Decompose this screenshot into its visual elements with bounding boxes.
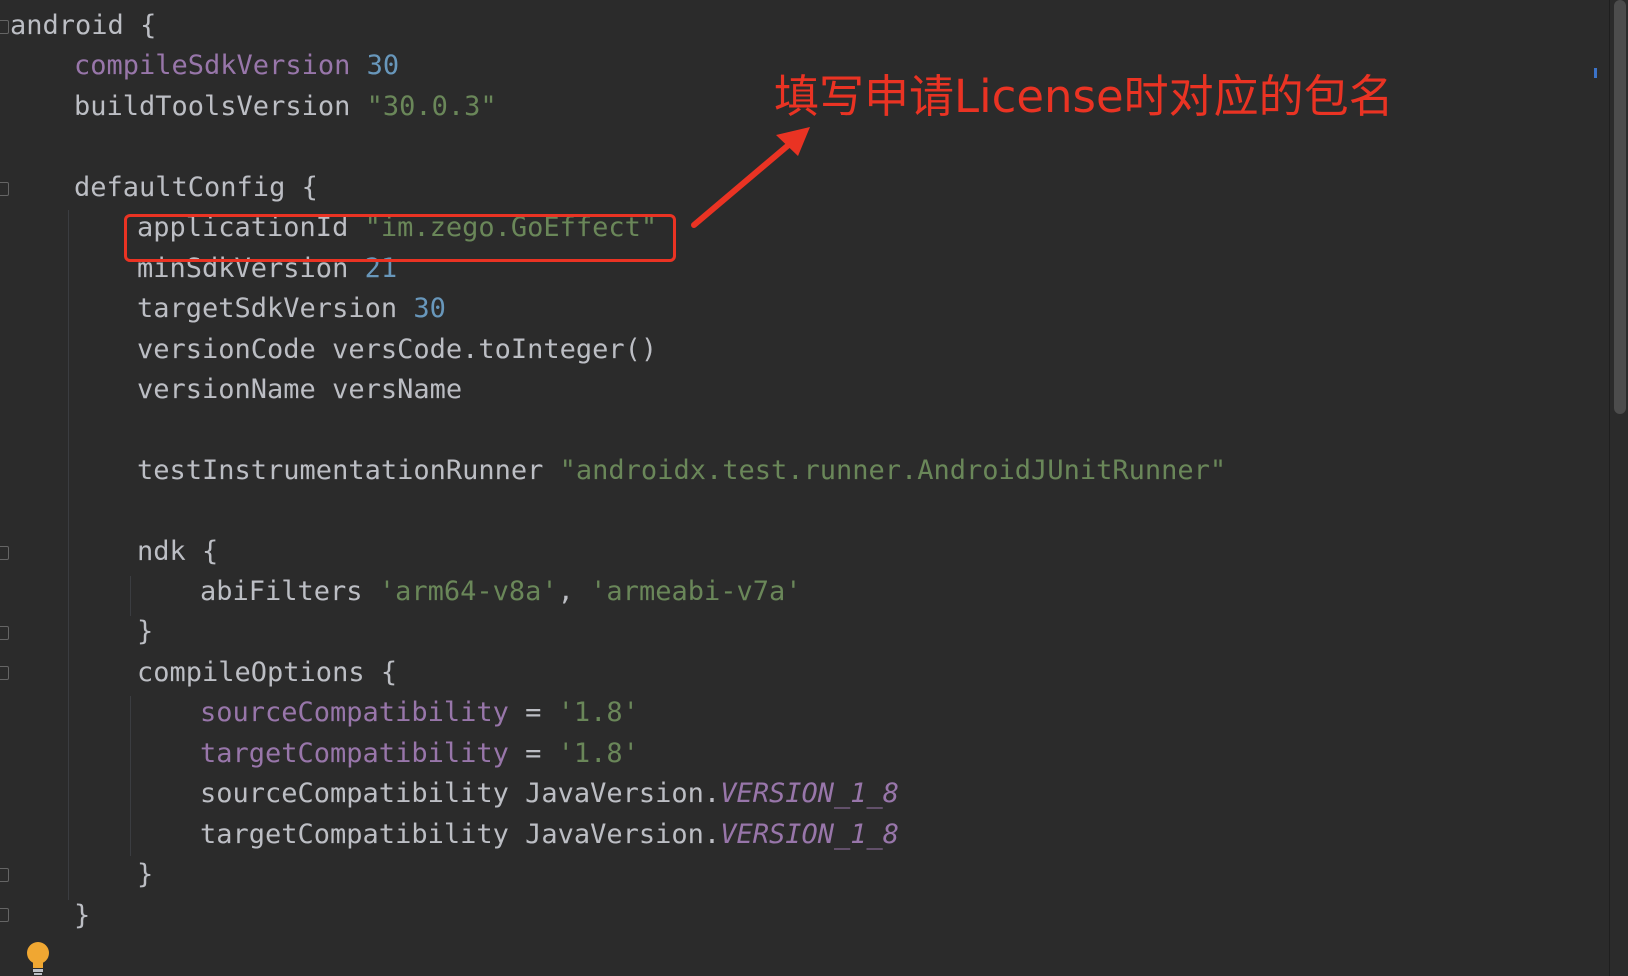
code-line-default-config-close[interactable]: } <box>74 896 90 936</box>
code-property: targetCompatibility <box>200 738 509 769</box>
code-line-source-compat-assign[interactable]: sourceCompatibility = '1.8' <box>200 693 639 733</box>
code-brace: { <box>301 172 318 203</box>
code-constant: VERSION_1_8 <box>720 819 900 850</box>
fold-marker-icon[interactable] <box>0 182 9 196</box>
highlight-box <box>124 214 676 262</box>
code-line-android[interactable]: android { <box>10 6 156 46</box>
scrollbar-thumb[interactable] <box>1614 0 1626 414</box>
code-expression: versCode.toInteger() <box>332 334 658 365</box>
code-property: sourceCompatibility <box>200 697 509 728</box>
fold-marker-icon[interactable] <box>0 908 9 922</box>
code-editor[interactable]: android { compileSdkVersion 30 buildTool… <box>0 0 1628 976</box>
code-line-ndk-close[interactable]: } <box>137 612 153 652</box>
fold-marker-icon[interactable] <box>0 20 9 34</box>
indent-guide <box>68 210 69 900</box>
code-keyword: android <box>10 10 124 41</box>
code-constant: VERSION_1_8 <box>720 778 900 809</box>
code-string: "30.0.3" <box>366 91 497 122</box>
code-operator: = <box>525 738 542 769</box>
code-string: '1.8' <box>557 697 639 728</box>
code-line-compile-sdk[interactable]: compileSdkVersion 30 <box>74 46 399 86</box>
code-line-target-sdk[interactable]: targetSdkVersion 30 <box>137 289 446 329</box>
code-keyword: ndk <box>137 536 186 567</box>
code-operator: = <box>525 697 542 728</box>
code-string: 'armeabi-v7a' <box>590 576 802 607</box>
lightbulb-icon[interactable] <box>24 940 52 976</box>
code-line-default-config[interactable]: defaultConfig { <box>74 168 318 208</box>
vertical-scrollbar[interactable] <box>1609 0 1628 976</box>
code-string: 'arm64-v8a' <box>378 576 558 607</box>
code-keyword: targetCompatibility <box>200 819 509 850</box>
code-keyword: defaultConfig <box>74 172 286 203</box>
code-object: JavaVersion. <box>525 819 721 850</box>
fold-marker-icon[interactable] <box>0 666 9 680</box>
code-comma: , <box>557 576 574 607</box>
code-object: JavaVersion. <box>525 778 721 809</box>
code-line-test-runner[interactable]: testInstrumentationRunner "androidx.test… <box>137 451 1226 491</box>
code-expression: versName <box>332 374 463 405</box>
code-keyword: targetSdkVersion <box>137 293 398 324</box>
code-string: "androidx.test.runner.AndroidJUnitRunner… <box>559 455 1227 486</box>
fold-marker-icon[interactable] <box>0 626 9 640</box>
annotation-text: 填写申请License时对应的包名 <box>774 70 1394 123</box>
code-brace: } <box>74 900 91 931</box>
code-number: 30 <box>413 293 446 324</box>
code-brace: { <box>380 657 398 688</box>
code-brace: { <box>202 536 219 567</box>
code-line-abi-filters[interactable]: abiFilters 'arm64-v8a', 'armeabi-v7a' <box>200 572 802 612</box>
code-brace: } <box>137 616 154 647</box>
code-line-build-tools[interactable]: buildToolsVersion "30.0.3" <box>74 87 497 127</box>
fold-marker-icon[interactable] <box>0 868 9 882</box>
code-line-target-compat-assign[interactable]: targetCompatibility = '1.8' <box>200 734 639 774</box>
code-line-compile-options[interactable]: compileOptions { <box>137 653 397 693</box>
code-line-version-name[interactable]: versionName versName <box>137 370 462 410</box>
code-number: 30 <box>366 50 400 81</box>
code-brace: } <box>137 859 154 890</box>
code-keyword: sourceCompatibility <box>200 778 509 809</box>
code-property: compileSdkVersion <box>74 50 351 81</box>
code-keyword: compileOptions <box>137 657 365 688</box>
code-string: '1.8' <box>557 738 639 769</box>
code-keyword: abiFilters <box>200 576 363 607</box>
code-line-ndk[interactable]: ndk { <box>137 532 218 572</box>
code-keyword: versionName <box>137 374 316 405</box>
code-keyword: buildToolsVersion <box>74 91 351 122</box>
indent-guide <box>130 696 131 856</box>
arrow-icon <box>691 127 810 228</box>
code-brace: { <box>140 10 157 41</box>
code-keyword: testInstrumentationRunner <box>137 455 544 486</box>
code-keyword: versionCode <box>137 334 316 365</box>
code-line-compile-options-close[interactable]: } <box>137 855 153 895</box>
fold-marker-icon[interactable] <box>0 546 9 560</box>
code-line-version-code[interactable]: versionCode versCode.toInteger() <box>137 330 657 370</box>
code-line-source-compat-call[interactable]: sourceCompatibility JavaVersion.VERSION_… <box>200 774 899 814</box>
scrollbar-marker <box>1594 68 1597 78</box>
indent-guide <box>130 576 131 616</box>
code-line-target-compat-call[interactable]: targetCompatibility JavaVersion.VERSION_… <box>200 815 899 855</box>
